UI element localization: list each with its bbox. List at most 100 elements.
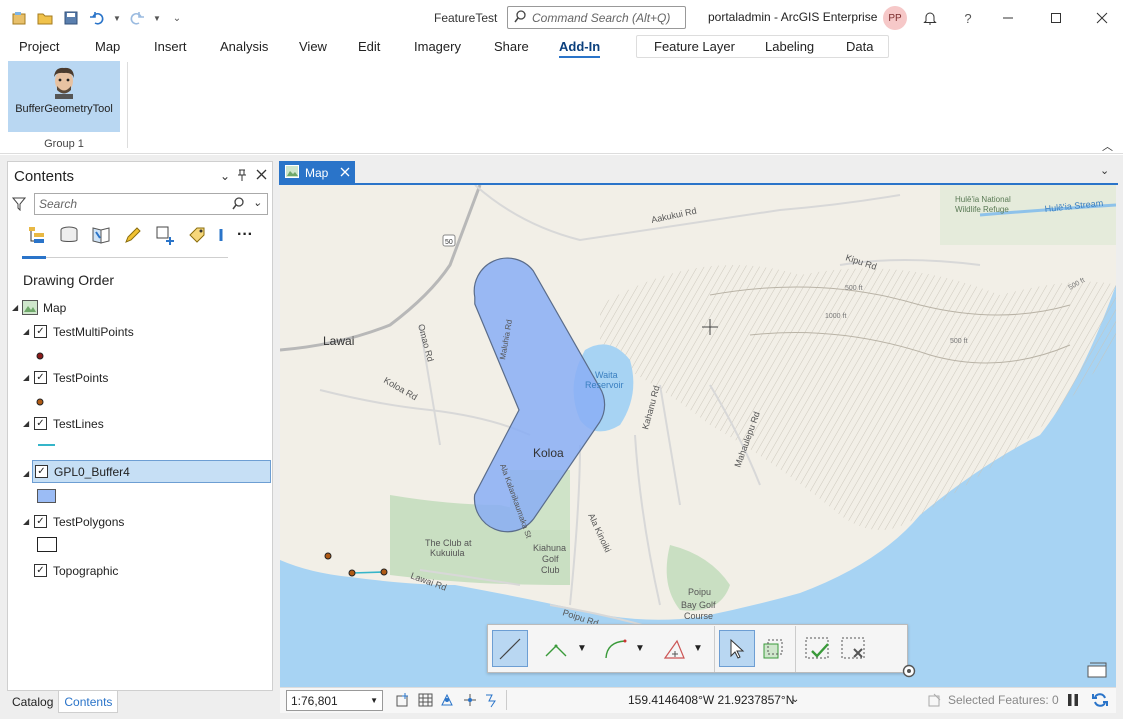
layer-visibility-checkbox[interactable]: ✓ — [34, 371, 47, 384]
user-avatar[interactable]: PP — [883, 6, 907, 30]
fixed-scale-icon[interactable] — [396, 692, 412, 711]
command-search-input[interactable]: Command Search (Alt+Q) — [507, 6, 686, 29]
collapse-triangle-icon[interactable]: ◢ — [23, 469, 29, 478]
refresh-icon[interactable] — [1092, 692, 1108, 711]
tab-analysis[interactable]: Analysis — [220, 39, 268, 54]
tab-edit[interactable]: Edit — [358, 39, 380, 54]
map-view-tab[interactable]: Map — [279, 161, 355, 184]
layer-visibility-checkbox[interactable]: ✓ — [35, 465, 48, 478]
tab-data[interactable]: Data — [846, 39, 873, 54]
list-by-perspective-imagery-icon[interactable] — [218, 224, 224, 246]
map-view[interactable]: Lawai Koloa Waita Reservoir Aakukui Rd K… — [280, 185, 1116, 687]
correction-icon[interactable] — [484, 692, 500, 711]
buffer-geometry-tool-button[interactable]: BufferGeometryTool — [8, 61, 120, 132]
layer-row-testpoints[interactable]: ◢ ✓ TestPoints — [8, 366, 272, 389]
tab-project[interactable]: Project — [19, 39, 59, 54]
polygon-symbol-icon — [37, 489, 56, 503]
basemap-gallery-icon[interactable] — [1086, 661, 1108, 682]
tab-view[interactable]: View — [299, 39, 327, 54]
collapse-triangle-icon[interactable]: ◢ — [23, 373, 29, 382]
collapse-triangle-icon[interactable]: ◢ — [12, 303, 18, 312]
layer-row-testmultipoints[interactable]: ◢ ✓ TestMultiPoints — [8, 320, 272, 343]
tab-catalog[interactable]: Catalog — [7, 691, 58, 713]
save-project-icon[interactable] — [60, 8, 82, 28]
test-point-feature[interactable] — [324, 552, 332, 560]
collapse-ribbon-icon[interactable]: ︿ — [1102, 138, 1113, 154]
layer-visibility-checkbox[interactable]: ✓ — [34, 417, 47, 430]
layer-visibility-checkbox[interactable]: ✓ — [34, 515, 47, 528]
collapse-triangle-icon[interactable]: ◢ — [23, 419, 29, 428]
tab-labeling[interactable]: Labeling — [765, 39, 814, 54]
notifications-bell-icon[interactable] — [918, 6, 942, 30]
dropdown-arrow-icon[interactable]: ▼ — [635, 643, 645, 654]
selected-features-count[interactable]: Selected Features: 0 — [948, 693, 1059, 707]
finish-sketch-button[interactable] — [800, 630, 836, 667]
redo-dropdown-icon[interactable]: ▼ — [152, 8, 162, 28]
new-project-icon[interactable] — [8, 8, 30, 28]
close-pane-icon[interactable] — [256, 169, 267, 183]
tab-feature-layer[interactable]: Feature Layer — [654, 39, 735, 54]
scale-selector[interactable]: 1:76,801 ▼ — [286, 690, 383, 711]
layer-row-testlines[interactable]: ◢ ✓ TestLines — [8, 412, 272, 435]
list-by-source-icon[interactable] — [58, 224, 80, 246]
toolbar-settings-gear-icon[interactable] — [902, 664, 916, 681]
more-options-icon[interactable]: ··· — [234, 224, 256, 246]
list-by-selection-icon[interactable] — [90, 224, 112, 246]
search-dropdown-icon[interactable]: ⌄ — [253, 196, 262, 209]
pin-pane-icon[interactable] — [237, 169, 247, 184]
layer-visibility-checkbox[interactable]: ✓ — [34, 325, 47, 338]
label-kiahuna: Kiahuna — [533, 543, 566, 553]
list-by-editing-icon[interactable] — [122, 224, 144, 246]
contents-view-toolbar: ··· — [26, 224, 256, 246]
test-multipoint-feature[interactable] — [348, 569, 356, 577]
select-by-rectangle-button[interactable] — [755, 630, 791, 667]
tab-map[interactable]: Map — [95, 39, 120, 54]
tree-map-node[interactable]: ◢ Map — [8, 296, 272, 319]
open-project-icon[interactable] — [34, 8, 56, 28]
label-reservoir: Reservoir — [585, 380, 624, 390]
pane-options-chevron-icon[interactable]: ⌄ — [220, 169, 230, 183]
arc-tool-button[interactable]: ▼ — [594, 630, 652, 667]
maximize-icon[interactable] — [1044, 6, 1068, 30]
undo-dropdown-icon[interactable]: ▼ — [112, 8, 122, 28]
tab-add-in[interactable]: Add-In — [559, 39, 601, 58]
list-by-labeling-icon[interactable] — [186, 224, 208, 246]
right-angle-tool-button[interactable]: ▼ — [652, 630, 710, 667]
dropdown-arrow-icon[interactable]: ▼ — [693, 643, 703, 654]
collapse-triangle-icon[interactable]: ◢ — [23, 517, 29, 526]
tab-list-chevron-icon[interactable]: ⌄ — [1100, 164, 1109, 177]
contents-search-input[interactable]: Search ⌄ — [34, 193, 268, 215]
layer-row-testpolygons[interactable]: ◢ ✓ TestPolygons — [8, 510, 272, 533]
discard-sketch-button[interactable] — [836, 630, 872, 667]
dropdown-arrow-icon[interactable]: ▼ — [577, 643, 587, 654]
coordinate-format-dropdown-icon[interactable]: ⌄ — [791, 694, 799, 705]
line-tool-button[interactable] — [492, 630, 528, 667]
select-tool-button[interactable] — [719, 630, 755, 667]
polyline-tool-button[interactable]: ▼ — [536, 630, 594, 667]
layer-visibility-checkbox[interactable]: ✓ — [34, 564, 47, 577]
test-multipoint-feature[interactable] — [380, 568, 388, 576]
layer-row-gpl0-buffer4[interactable]: ✓ GPL0_Buffer4 — [32, 460, 271, 483]
close-window-icon[interactable] — [1090, 6, 1114, 30]
test-line-feature[interactable] — [351, 571, 385, 574]
redo-icon[interactable] — [126, 8, 148, 28]
tab-imagery[interactable]: Imagery — [414, 39, 461, 54]
filter-icon[interactable] — [11, 197, 27, 214]
list-by-snapping-icon[interactable] — [154, 224, 176, 246]
constraint-icon[interactable] — [462, 692, 478, 711]
collapse-triangle-icon[interactable]: ◢ — [23, 327, 29, 336]
grid-icon[interactable] — [418, 692, 434, 711]
point-symbol-icon — [36, 349, 44, 363]
customize-toolbar-icon[interactable]: ⌄ — [166, 8, 188, 28]
pause-drawing-icon[interactable] — [1066, 693, 1080, 710]
tab-insert[interactable]: Insert — [154, 39, 187, 54]
tab-share[interactable]: Share — [494, 39, 529, 54]
close-tab-icon[interactable] — [340, 166, 350, 180]
list-by-drawing-order-icon[interactable] — [26, 224, 48, 246]
minimize-icon[interactable] — [996, 6, 1020, 30]
layer-row-topographic[interactable]: ✓ Topographic — [8, 559, 272, 582]
help-icon[interactable]: ? — [956, 6, 980, 30]
tab-contents[interactable]: Contents — [58, 691, 119, 713]
snapping-icon[interactable] — [440, 692, 456, 711]
undo-icon[interactable] — [86, 8, 108, 28]
